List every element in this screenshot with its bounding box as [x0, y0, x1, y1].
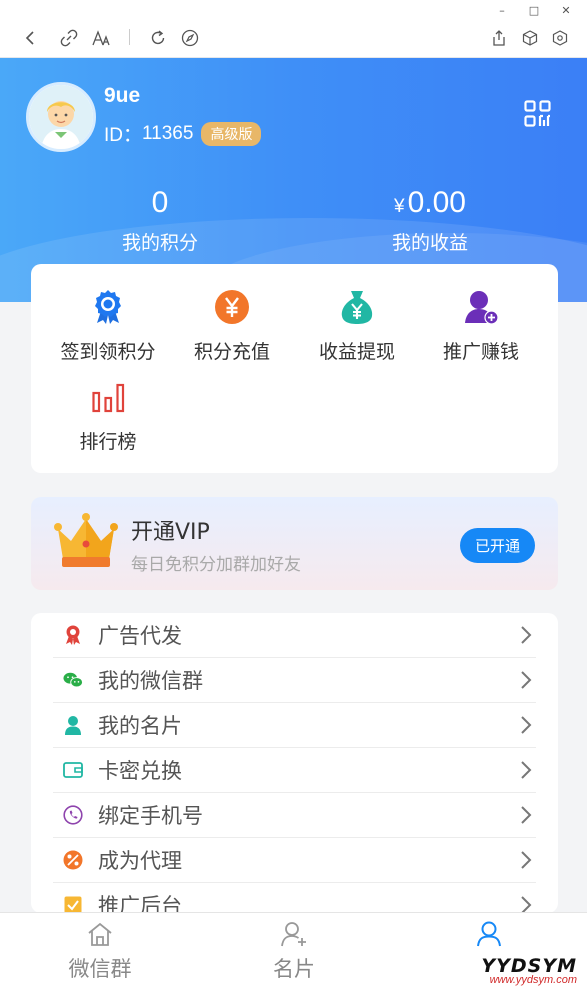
avatar[interactable] — [26, 82, 96, 152]
menu-item-bind-phone[interactable]: 绑定手机号 — [53, 793, 536, 838]
chevron-right-icon — [520, 805, 532, 829]
money-bag-icon — [339, 289, 375, 325]
medal-icon — [90, 289, 126, 325]
share-icon[interactable] — [488, 27, 510, 49]
user-plus-icon — [239, 921, 349, 951]
level-badge: 高级版 — [201, 121, 262, 146]
user-icon — [434, 921, 544, 951]
menu-item-become-agent[interactable]: 成为代理 — [53, 838, 536, 883]
menu-item-my-groups[interactable]: 我的微信群 — [53, 658, 536, 703]
points-stat[interactable]: 0 我的积分 — [60, 186, 260, 255]
chevron-right-icon — [520, 895, 532, 913]
percent-icon — [63, 850, 83, 870]
crown-icon — [53, 511, 119, 575]
menu-label: 广告代发 — [98, 624, 182, 648]
font-size-icon[interactable] — [90, 27, 112, 49]
window-controls: – □ ✕ — [495, 4, 573, 17]
earnings-amount: 0.00 — [407, 186, 466, 219]
vip-status-button[interactable]: 已开通 — [460, 528, 535, 563]
menu-label: 绑定手机号 — [98, 804, 203, 828]
chevron-right-icon — [520, 850, 532, 874]
bar-chart-icon — [90, 379, 126, 415]
earnings-stat[interactable]: ¥0.00 我的收益 — [330, 186, 530, 255]
chevron-right-icon — [520, 715, 532, 739]
menu-item-ad-posting[interactable]: 广告代发 — [53, 613, 536, 658]
settings-box-icon[interactable] — [549, 27, 571, 49]
wechat-icon — [63, 670, 83, 690]
menu-item-my-card[interactable]: 我的名片 — [53, 703, 536, 748]
refresh-icon[interactable] — [147, 27, 169, 49]
wallet-icon — [63, 760, 83, 780]
watermark: YYDSYM www.yydsym.com — [481, 955, 577, 986]
vip-card[interactable]: 开通VIP 每日免积分加群加好友 已开通 — [31, 497, 558, 590]
back-icon[interactable] — [19, 27, 41, 49]
close-button[interactable]: ✕ — [559, 4, 573, 17]
vip-title: 开通VIP — [131, 520, 210, 545]
checkbox-icon — [63, 895, 83, 913]
cube-icon[interactable] — [519, 27, 541, 49]
func-ranking[interactable]: 排行榜 — [43, 379, 173, 454]
func-label: 签到领积分 — [60, 341, 156, 363]
currency-symbol: ¥ — [394, 196, 405, 217]
person-icon — [63, 715, 83, 735]
func-promote[interactable]: 推广赚钱 — [416, 289, 546, 364]
qr-code-icon[interactable] — [524, 100, 551, 127]
func-recharge[interactable]: 积分充值 — [167, 289, 297, 364]
phone-icon — [63, 805, 83, 825]
tab-profile[interactable] — [434, 921, 544, 951]
func-checkin[interactable]: 签到领积分 — [43, 289, 173, 364]
menu-item-promo-backend[interactable]: 推广后台 — [53, 883, 536, 913]
tab-business-card[interactable]: 名片 — [239, 921, 349, 983]
user-add-icon — [463, 289, 499, 325]
award-icon — [63, 625, 83, 645]
func-label: 推广赚钱 — [442, 341, 519, 363]
watermark-url: www.yydsym.com — [489, 974, 577, 986]
chevron-right-icon — [520, 760, 532, 784]
menu-item-card-redeem[interactable]: 卡密兑换 — [53, 748, 536, 793]
maximize-button[interactable]: □ — [527, 4, 541, 17]
func-label: 排行榜 — [79, 431, 137, 453]
user-id-value: 11365 — [142, 122, 194, 144]
menu-label: 成为代理 — [98, 849, 182, 873]
func-label: 积分充值 — [193, 341, 270, 363]
minimize-button[interactable]: – — [495, 4, 509, 17]
link-icon[interactable] — [58, 27, 80, 49]
points-label: 我的积分 — [121, 232, 198, 254]
tab-label: 名片 — [273, 957, 315, 981]
browser-toolbar: – □ ✕ — [0, 0, 587, 58]
earnings-value: ¥0.00 — [330, 186, 530, 220]
vip-subtitle: 每日免积分加群加好友 — [131, 555, 301, 575]
menu-label: 我的名片 — [98, 714, 182, 738]
toolbar-divider — [129, 29, 130, 45]
earnings-label: 我的收益 — [391, 232, 468, 254]
user-id: ID： 11365 高级版 — [104, 120, 262, 147]
user-id-label: ID： — [104, 125, 143, 146]
menu-label: 我的微信群 — [98, 669, 203, 693]
username: 9ue — [104, 84, 141, 107]
menu-label: 推广后台 — [98, 894, 182, 913]
home-icon — [45, 921, 155, 951]
func-withdraw[interactable]: 收益提现 — [292, 289, 422, 364]
tab-label: 微信群 — [68, 957, 132, 981]
menu-label: 卡密兑换 — [98, 759, 182, 783]
tab-wechat-groups[interactable]: 微信群 — [45, 921, 155, 983]
bottom-tabbar: 微信群 名片 YYDSYM www.yydsym.com — [0, 912, 587, 989]
chevron-right-icon — [520, 625, 532, 649]
points-value: 0 — [151, 186, 169, 219]
chevron-right-icon — [520, 670, 532, 694]
func-label: 收益提现 — [318, 341, 395, 363]
function-grid: 签到领积分 积分充值 收益提现 推广赚钱 排行榜 — [31, 264, 558, 473]
yen-circle-icon — [214, 289, 250, 325]
settings-menu: 广告代发 我的微信群 我的名片 卡密兑换 绑定手机号 成为代理 推广后台 — [31, 613, 558, 913]
compass-icon[interactable] — [179, 27, 201, 49]
